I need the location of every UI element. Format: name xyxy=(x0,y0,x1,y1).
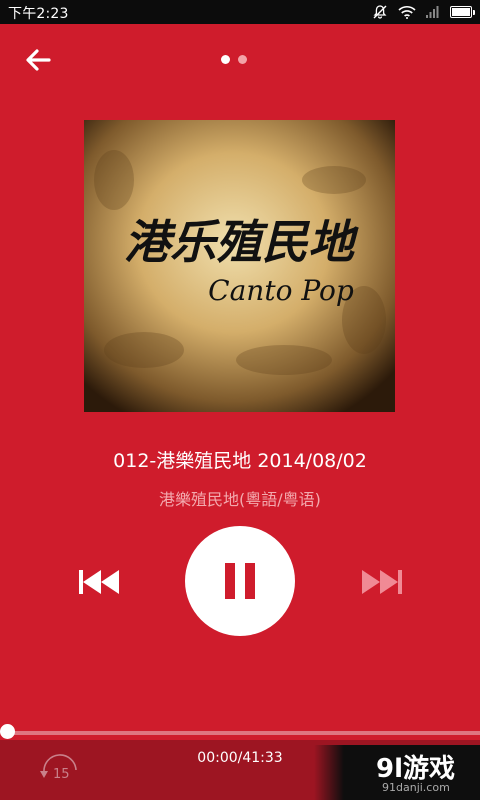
signal-icon xyxy=(426,6,440,18)
progress-bar[interactable] xyxy=(8,731,480,735)
status-bar: 下午2:23 xyxy=(0,0,480,24)
skip-previous-icon xyxy=(79,570,119,594)
cover-subtitle: Canto Pop xyxy=(208,274,354,307)
arrow-left-icon xyxy=(26,49,51,71)
progress-thumb[interactable] xyxy=(0,724,15,739)
song-title: 012-港樂殖民地 2014/08/02 xyxy=(113,450,367,472)
rewind-15-button[interactable]: 15 xyxy=(36,754,82,784)
album-cover: 港乐殖民地 Canto Pop xyxy=(84,120,395,412)
watermark-url: 91danji.com xyxy=(382,781,450,794)
cover-title: 港乐殖民地 xyxy=(124,215,359,269)
wifi-icon xyxy=(398,5,416,19)
page-dot-1[interactable] xyxy=(221,55,230,64)
watermark: 9l游戏 91danji.com xyxy=(314,745,480,800)
status-icons xyxy=(372,4,475,20)
pause-icon xyxy=(225,563,255,599)
battery-icon xyxy=(450,6,475,18)
rewind-seconds: 15 xyxy=(53,767,70,782)
back-button[interactable] xyxy=(22,46,54,74)
previous-button[interactable] xyxy=(74,562,124,602)
page-indicator xyxy=(221,55,247,64)
skip-next-icon xyxy=(362,570,402,594)
page-dot-2[interactable] xyxy=(238,55,247,64)
playback-time: 00:00/41:33 xyxy=(197,750,283,766)
pause-button[interactable] xyxy=(185,526,295,636)
watermark-brand: 9l游戏 xyxy=(376,754,456,784)
mute-bell-icon xyxy=(372,4,388,20)
next-button[interactable] xyxy=(357,562,407,602)
status-time: 下午2:23 xyxy=(8,6,69,22)
song-artist: 港樂殖民地(粵語/粤语) xyxy=(159,490,321,509)
